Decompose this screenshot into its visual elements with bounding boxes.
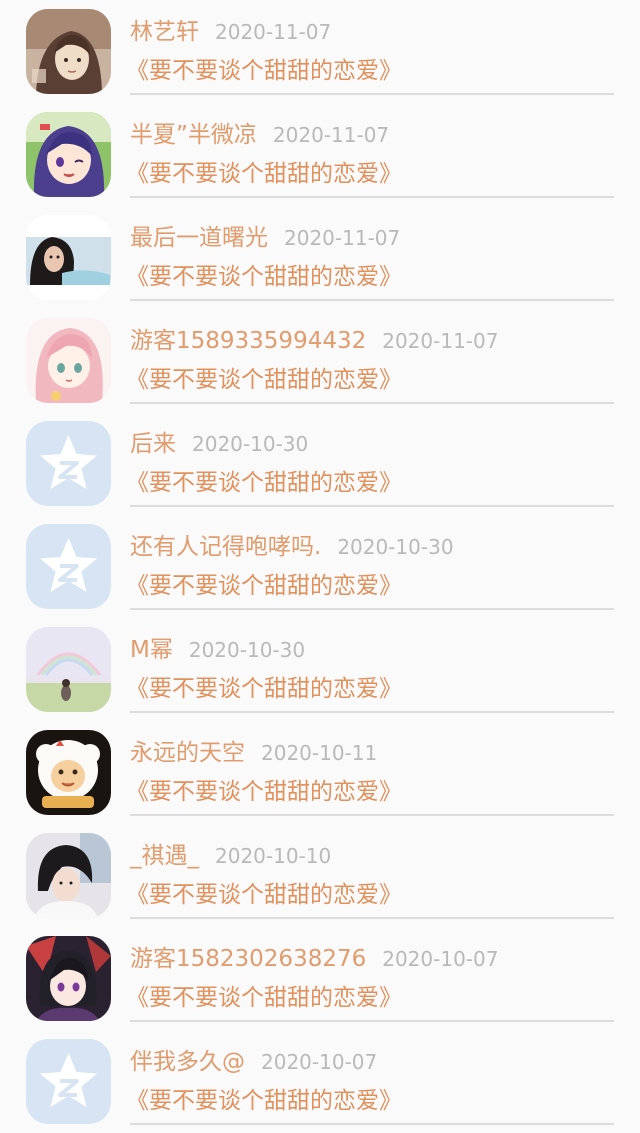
- comment-date: 2020-11-07: [382, 329, 499, 353]
- comment-message[interactable]: 《要不要谈个甜甜的恋爱》: [126, 980, 402, 1016]
- divider: [130, 93, 614, 95]
- comment-date: 2020-10-30: [337, 535, 454, 559]
- default-star-avatar[interactable]: [26, 421, 111, 506]
- divider: [130, 505, 614, 507]
- comment-message[interactable]: 《要不要谈个甜甜的恋爱》: [126, 568, 402, 604]
- divider: [130, 711, 614, 713]
- divider: [130, 299, 614, 301]
- user-name[interactable]: 游客1589335994432: [130, 328, 366, 354]
- user-name[interactable]: 林艺轩: [130, 19, 199, 45]
- woman-photo-avatar[interactable]: [26, 215, 111, 300]
- name-line: M幂 2020-10-30: [130, 633, 305, 667]
- divider: [130, 814, 614, 816]
- anime-character-dark-avatar[interactable]: [26, 936, 111, 1021]
- user-name[interactable]: 还有人记得咆哮吗.: [130, 534, 321, 560]
- comment-message[interactable]: 《要不要谈个甜甜的恋爱》: [126, 1083, 402, 1119]
- rainbow-field-avatar[interactable]: [26, 627, 111, 712]
- user-name[interactable]: 最后一道曙光: [130, 225, 268, 251]
- comment-message[interactable]: 《要不要谈个甜甜的恋爱》: [126, 362, 402, 398]
- default-star-avatar[interactable]: [26, 524, 111, 609]
- cartoon-sheep-avatar[interactable]: [26, 730, 111, 815]
- comment-date: 2020-10-07: [382, 947, 499, 971]
- name-line: 林艺轩 2020-11-07: [130, 15, 331, 49]
- name-line: 游客1582302638276 2020-10-07: [130, 942, 498, 976]
- sepia-portrait-avatar[interactable]: [26, 9, 111, 94]
- comment-date: 2020-10-10: [215, 844, 332, 868]
- comment-item[interactable]: 还有人记得咆哮吗. 2020-10-30 《要不要谈个甜甜的恋爱》: [0, 515, 640, 618]
- user-name[interactable]: 游客1582302638276: [130, 946, 366, 972]
- name-line: 半夏”半微凉 2020-11-07: [130, 118, 389, 152]
- comment-message[interactable]: 《要不要谈个甜甜的恋爱》: [126, 671, 402, 707]
- comment-item[interactable]: 林艺轩 2020-11-07 《要不要谈个甜甜的恋爱》: [0, 0, 640, 103]
- user-name[interactable]: 伴我多久@: [130, 1049, 245, 1075]
- name-line: 后来 2020-10-30: [130, 427, 308, 461]
- name-line: 伴我多久@ 2020-10-07: [130, 1045, 377, 1079]
- name-line: 还有人记得咆哮吗. 2020-10-30: [130, 530, 454, 564]
- comment-item[interactable]: _祺遇_ 2020-10-10 《要不要谈个甜甜的恋爱》: [0, 824, 640, 927]
- user-name[interactable]: 永远的天空: [130, 740, 245, 766]
- user-name[interactable]: 半夏”半微凉: [130, 122, 257, 148]
- divider: [130, 917, 614, 919]
- name-line: 永远的天空 2020-10-11: [130, 736, 377, 770]
- comment-date: 2020-11-07: [284, 226, 401, 250]
- comment-date: 2020-11-07: [215, 20, 332, 44]
- anime-girl-purple-hair-avatar[interactable]: [26, 112, 111, 197]
- comment-message[interactable]: 《要不要谈个甜甜的恋爱》: [126, 877, 402, 913]
- comment-item[interactable]: 游客1582302638276 2020-10-07 《要不要谈个甜甜的恋爱》: [0, 927, 640, 1030]
- user-name[interactable]: _祺遇_: [130, 843, 199, 869]
- comment-message[interactable]: 《要不要谈个甜甜的恋爱》: [126, 465, 402, 501]
- comment-item[interactable]: M幂 2020-10-30 《要不要谈个甜甜的恋爱》: [0, 618, 640, 721]
- boy-photo-avatar[interactable]: [26, 833, 111, 918]
- anime-girl-pink-hair-avatar[interactable]: [26, 318, 111, 403]
- name-line: 最后一道曙光 2020-11-07: [130, 221, 400, 255]
- divider: [130, 608, 614, 610]
- user-name[interactable]: M幂: [130, 637, 173, 663]
- comment-date: 2020-10-07: [261, 1050, 378, 1074]
- comment-date: 2020-10-30: [188, 638, 306, 662]
- comment-item[interactable]: 后来 2020-10-30 《要不要谈个甜甜的恋爱》: [0, 412, 640, 515]
- name-line: _祺遇_ 2020-10-10: [130, 839, 331, 873]
- divider: [130, 1020, 614, 1022]
- comment-message[interactable]: 《要不要谈个甜甜的恋爱》: [126, 259, 402, 295]
- comment-item[interactable]: 永远的天空 2020-10-11 《要不要谈个甜甜的恋爱》: [0, 721, 640, 824]
- user-name[interactable]: 后来: [130, 431, 176, 457]
- name-line: 游客1589335994432 2020-11-07: [130, 324, 498, 358]
- divider: [130, 196, 614, 198]
- comment-item[interactable]: 最后一道曙光 2020-11-07 《要不要谈个甜甜的恋爱》: [0, 206, 640, 309]
- default-star-avatar[interactable]: [26, 1039, 111, 1124]
- comment-item[interactable]: 游客1589335994432 2020-11-07 《要不要谈个甜甜的恋爱》: [0, 309, 640, 412]
- comment-date: 2020-10-30: [192, 432, 309, 456]
- comment-message[interactable]: 《要不要谈个甜甜的恋爱》: [126, 774, 402, 810]
- comment-item[interactable]: 半夏”半微凉 2020-11-07 《要不要谈个甜甜的恋爱》: [0, 103, 640, 206]
- comment-date: 2020-10-11: [261, 741, 378, 765]
- divider: [130, 402, 614, 404]
- comment-list: 林艺轩 2020-11-07 《要不要谈个甜甜的恋爱》 半夏”半微凉 2020-11…: [0, 0, 640, 1125]
- comment-message[interactable]: 《要不要谈个甜甜的恋爱》: [126, 53, 402, 89]
- comment-date: 2020-11-07: [272, 123, 390, 147]
- comment-item[interactable]: 伴我多久@ 2020-10-07 《要不要谈个甜甜的恋爱》: [0, 1030, 640, 1133]
- comment-message[interactable]: 《要不要谈个甜甜的恋爱》: [126, 156, 402, 192]
